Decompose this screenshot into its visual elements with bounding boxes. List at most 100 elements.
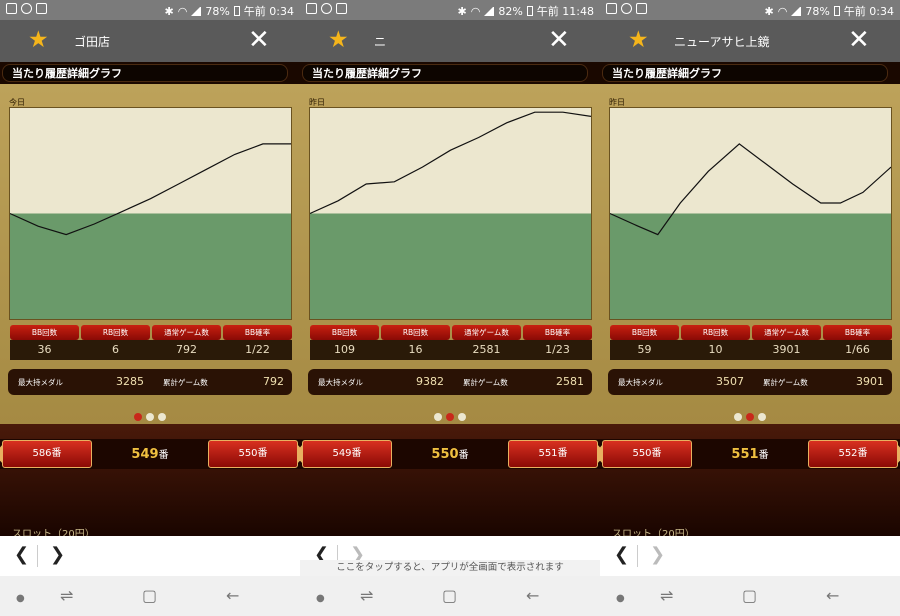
clock: 午前 0:34 [843, 5, 894, 18]
stats-value-row: 59 10 3901 1/66 [610, 340, 892, 360]
machine-navigation: 586番 549番 550番 [0, 424, 300, 536]
bluetooth-icon: ✱ [164, 4, 174, 18]
next-machine-button[interactable]: 550番 [208, 440, 300, 468]
home-icon[interactable]: ▢ [142, 588, 157, 604]
back-icon[interactable]: ← [826, 588, 839, 604]
max-medal-label: 最大持メダル [18, 378, 63, 387]
medal-graph [609, 107, 892, 320]
max-medal-value: 3507 [716, 375, 744, 388]
page-dot-2[interactable] [746, 413, 754, 421]
signal-icon [484, 6, 495, 16]
notification-icon [636, 3, 647, 14]
stats-header-3: 通常ゲーム数 [452, 325, 521, 340]
prev-machine-label: 549番 [332, 448, 362, 459]
prev-machine-button[interactable]: 586番 [0, 440, 92, 468]
recents-icon[interactable]: ⇌ [60, 588, 73, 604]
minus-zone [10, 213, 291, 319]
stats-value-row: 36 6 792 1/22 [10, 340, 292, 360]
battery-percent: 78% [205, 4, 230, 18]
favorite-star-icon[interactable]: ★ [328, 29, 349, 52]
max-medal-label: 最大持メダル [618, 378, 663, 387]
page-indicator [300, 406, 600, 425]
app-title-bar: ★ ニ ✕ [300, 20, 600, 62]
store-name: ニューアサヒ上鏡 [674, 35, 770, 49]
battery-percent: 78% [805, 4, 830, 18]
compass-icon [21, 3, 32, 14]
fullscreen-hint[interactable]: ここをタップすると、アプリが全画面で表示されます [300, 560, 600, 576]
prev-machine-button[interactable]: 550番 [600, 440, 692, 468]
page-dot-2[interactable] [446, 413, 454, 421]
clock: 午前 11:48 [536, 5, 594, 18]
total-games-label: 累計ゲーム数 [163, 378, 208, 387]
stats-header-3: 通常ゲーム数 [752, 325, 821, 340]
system-nav-bar: ● ⇌ ▢ ← [600, 576, 900, 616]
current-machine: 549番 [105, 446, 195, 462]
next-machine-button[interactable]: 552番 [808, 440, 900, 468]
recents-icon[interactable]: ⇌ [360, 588, 373, 604]
page-dot-3[interactable] [458, 413, 466, 421]
browser-back-button[interactable]: ❮ [614, 544, 629, 565]
prev-machine-button[interactable]: 549番 [300, 440, 392, 468]
stats-value-3: 792 [176, 343, 197, 356]
next-machine-button[interactable]: 551番 [508, 440, 600, 468]
browser-bar: ❮ ❯ [600, 536, 900, 576]
favorite-star-icon[interactable]: ★ [28, 29, 49, 52]
stats-header-2: RB回数 [381, 325, 450, 340]
medal-summary: 最大持メダル 3285 累計ゲーム数 792 [8, 369, 292, 395]
page-dot-3[interactable] [758, 413, 766, 421]
back-icon[interactable]: ← [526, 588, 539, 604]
back-icon[interactable]: ← [226, 588, 239, 604]
stats-header-3: 通常ゲーム数 [152, 325, 221, 340]
battery-icon [526, 6, 533, 16]
current-machine-number: 551 [731, 447, 759, 462]
graph-card: 今日 BB回数 RB回数 通常ゲーム数 BB確率 36 6 792 1/22 最大持メダル … [0, 84, 300, 424]
section-header: 当たり履歴詳細グラフ [0, 62, 300, 84]
medal-chart [610, 108, 891, 319]
max-medal-label: 最大持メダル [318, 378, 363, 387]
medal-chart [310, 108, 591, 319]
plus-zone [310, 108, 591, 214]
stats-header-1: BB回数 [310, 325, 379, 340]
stats-value-4: 1/23 [545, 343, 570, 356]
browser-bar: ❮ ❯ [0, 536, 300, 576]
stats-header-4: BB確率 [823, 325, 892, 340]
browser-forward-button[interactable]: ❯ [650, 544, 665, 565]
app-content: 当たり履歴詳細グラフ 昨日 BB回数 RB回数 通常ゲーム数 BB確率 59 10 390… [600, 62, 900, 540]
store-name: ゴ田店 [74, 35, 111, 49]
plus-zone [610, 108, 891, 214]
app-content: 当たり履歴詳細グラフ 昨日 BB回数 RB回数 通常ゲーム数 BB確率 109 16 25… [300, 62, 600, 536]
medal-summary: 最大持メダル 9382 累計ゲーム数 2581 [308, 369, 592, 395]
phone-screenshot-3: ✱ ◠ 78% 午前 0:34 ★ ニューアサヒ上鏡 ✕ 当たり履歴詳細グラフ … [600, 0, 900, 616]
signal-icon [791, 6, 802, 16]
stats-value-3: 3901 [772, 343, 801, 356]
stats-header-row: BB回数 RB回数 通常ゲーム数 BB確率 [610, 325, 892, 340]
page-dot-1[interactable] [134, 413, 142, 421]
close-icon[interactable]: ✕ [248, 27, 270, 53]
current-machine: 550番 [405, 446, 495, 462]
browser-back-button[interactable]: ❮ [14, 544, 29, 565]
page-dot-1[interactable] [734, 413, 742, 421]
graph-card: 昨日 BB回数 RB回数 通常ゲーム数 BB確率 109 16 2581 1/23 最大持メ… [300, 84, 600, 424]
stats-header-4: BB確率 [223, 325, 292, 340]
stats-header-2: RB回数 [681, 325, 750, 340]
close-icon[interactable]: ✕ [548, 27, 570, 53]
favorite-star-icon[interactable]: ★ [628, 29, 649, 52]
next-machine-label: 551番 [538, 448, 568, 459]
home-icon[interactable]: ▢ [742, 588, 757, 604]
dot-icon: ● [616, 593, 625, 604]
recents-icon[interactable]: ⇌ [660, 588, 673, 604]
notification-icon [336, 3, 347, 14]
home-icon[interactable]: ▢ [442, 588, 457, 604]
page-dot-2[interactable] [146, 413, 154, 421]
page-dot-1[interactable] [434, 413, 442, 421]
browser-forward-button[interactable]: ❯ [50, 544, 65, 565]
clock: 午前 0:34 [243, 5, 294, 18]
stats-value-4: 1/66 [845, 343, 870, 356]
stats-value-row: 109 16 2581 1/23 [310, 340, 592, 360]
phone-screenshot-1: ✱ ◠ 78% 午前 0:34 ★ ゴ田店 ✕ 当たり履歴詳細グラフ 今日 BB… [0, 0, 300, 616]
wifi-icon: ◠ [470, 4, 481, 18]
gallery-icon [306, 3, 317, 14]
close-icon[interactable]: ✕ [848, 27, 870, 53]
page-dot-3[interactable] [158, 413, 166, 421]
stats-value-2: 10 [708, 343, 723, 356]
